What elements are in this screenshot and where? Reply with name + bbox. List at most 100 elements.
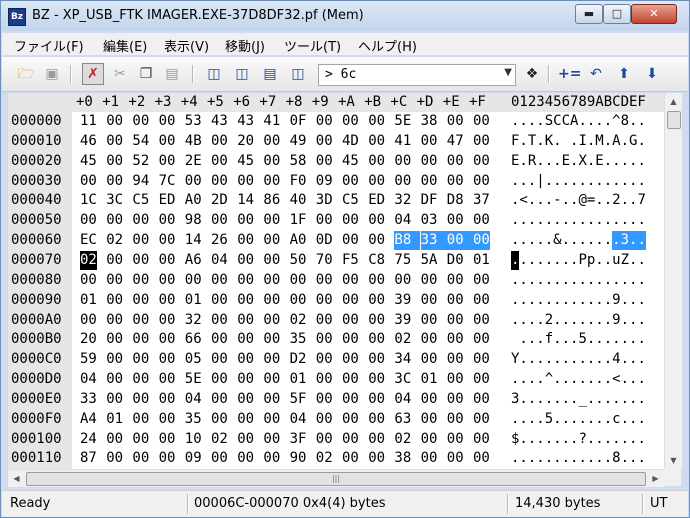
ascii-char[interactable]: . bbox=[595, 410, 603, 429]
hex-byte[interactable]: 00 bbox=[368, 211, 385, 230]
hex-byte[interactable]: 04 bbox=[80, 370, 97, 389]
hex-byte[interactable]: 00 bbox=[159, 350, 176, 369]
ascii-char[interactable]: 4 bbox=[612, 350, 620, 369]
ascii-char[interactable]: . bbox=[587, 330, 595, 349]
hex-byte[interactable]: 00 bbox=[263, 311, 280, 330]
hex-byte[interactable]: 63 bbox=[394, 410, 411, 429]
ascii-char[interactable]: . bbox=[587, 350, 595, 369]
ascii-char[interactable]: . bbox=[553, 410, 561, 429]
ascii-char[interactable]: . bbox=[637, 211, 645, 230]
hex-byte[interactable]: 00 bbox=[342, 449, 359, 468]
ascii-char[interactable]: . bbox=[604, 271, 612, 290]
ascii-char[interactable]: . bbox=[629, 112, 637, 131]
hex-byte[interactable]: 00 bbox=[106, 370, 123, 389]
ascii-char[interactable]: . bbox=[553, 370, 561, 389]
ascii-char[interactable]: . bbox=[604, 251, 612, 270]
hex-byte[interactable]: 00 bbox=[159, 112, 176, 131]
ascii-char[interactable]: . bbox=[621, 211, 629, 230]
hex-byte[interactable]: 00 bbox=[211, 271, 228, 290]
hex-byte[interactable]: 00 bbox=[473, 330, 490, 349]
ascii-char[interactable]: . bbox=[595, 231, 603, 250]
ascii-char[interactable]: . bbox=[578, 112, 586, 131]
ascii-char[interactable]: . bbox=[553, 390, 561, 409]
ascii-char[interactable]: . bbox=[621, 410, 629, 429]
ascii-char[interactable]: . bbox=[621, 132, 629, 151]
ascii-char[interactable]: . bbox=[637, 291, 645, 310]
ascii-char[interactable]: . bbox=[595, 449, 603, 468]
hex-byte[interactable]: 34 bbox=[394, 350, 411, 369]
ascii-char[interactable]: . bbox=[570, 271, 578, 290]
menu-tools[interactable]: ツール(T) bbox=[284, 36, 341, 55]
hex-byte[interactable]: D0 bbox=[447, 251, 464, 270]
ascii-char[interactable]: . bbox=[570, 350, 578, 369]
ascii-char[interactable]: . bbox=[629, 350, 637, 369]
ascii-char[interactable]: . bbox=[595, 251, 603, 270]
hex-byte[interactable]: 00 bbox=[447, 330, 464, 349]
hex-byte[interactable]: 00 bbox=[368, 311, 385, 330]
ascii-char[interactable]: . bbox=[604, 152, 612, 171]
hex-byte[interactable]: 00 bbox=[446, 231, 473, 251]
hex-byte[interactable]: 00 bbox=[159, 152, 176, 171]
ascii-char[interactable]: . bbox=[578, 211, 586, 230]
hex-byte[interactable]: F5 bbox=[342, 251, 359, 270]
ascii-char[interactable]: . bbox=[528, 410, 536, 429]
hex-byte[interactable]: 00 bbox=[159, 410, 176, 429]
hex-byte[interactable]: 43 bbox=[211, 112, 228, 131]
hex-byte[interactable]: 24 bbox=[80, 430, 97, 449]
hex-byte[interactable]: 00 bbox=[421, 271, 438, 290]
hex-byte[interactable]: 00 bbox=[368, 112, 385, 131]
ascii-char[interactable]: . bbox=[511, 231, 519, 250]
ascii-char[interactable]: . bbox=[612, 430, 620, 449]
ascii-char[interactable]: . bbox=[528, 251, 536, 270]
ascii-char[interactable]: C bbox=[562, 112, 570, 131]
copy-icon[interactable]: ❐ bbox=[136, 64, 156, 84]
ascii-char[interactable]: . bbox=[595, 191, 603, 210]
ascii-char[interactable]: . bbox=[536, 449, 544, 468]
ascii-char[interactable]: M bbox=[595, 132, 603, 151]
hex-byte[interactable]: 00 bbox=[368, 291, 385, 310]
hex-byte[interactable]: 00 bbox=[237, 172, 254, 191]
hex-byte[interactable]: 05 bbox=[185, 350, 202, 369]
ascii-char[interactable]: . bbox=[528, 231, 536, 250]
ascii-char[interactable]: . bbox=[562, 251, 570, 270]
ascii-char[interactable]: X bbox=[578, 152, 586, 171]
hex-byte[interactable]: 90 bbox=[290, 449, 307, 468]
hex-byte[interactable]: 01 bbox=[421, 370, 438, 389]
ascii-char[interactable]: . bbox=[519, 390, 527, 409]
ascii-char[interactable]: ^ bbox=[545, 370, 553, 389]
hex-byte[interactable]: 00 bbox=[316, 112, 333, 131]
hex-byte[interactable]: 00 bbox=[211, 172, 228, 191]
hex-byte[interactable]: 00 bbox=[159, 311, 176, 330]
ascii-char[interactable]: . bbox=[528, 430, 536, 449]
ascii-char[interactable]: . bbox=[621, 291, 629, 310]
hex-byte[interactable]: 14 bbox=[185, 231, 202, 250]
ascii-char[interactable]: . bbox=[511, 172, 519, 191]
hex-byte[interactable]: 47 bbox=[447, 132, 464, 151]
hex-byte[interactable]: 00 bbox=[106, 311, 123, 330]
hex-byte[interactable]: 86 bbox=[263, 191, 280, 210]
ascii-char[interactable]: . bbox=[528, 350, 536, 369]
hex-byte[interactable]: 00 bbox=[159, 271, 176, 290]
ascii-char[interactable]: . bbox=[545, 251, 553, 270]
ascii-char[interactable]: . bbox=[570, 231, 578, 250]
ascii-char[interactable]: . bbox=[629, 390, 637, 409]
hex-byte[interactable]: 00 bbox=[263, 172, 280, 191]
hex-byte[interactable]: 00 bbox=[290, 271, 307, 290]
hex-byte[interactable]: 00 bbox=[263, 449, 280, 468]
hex-byte[interactable]: A0 bbox=[185, 191, 202, 210]
hex-byte[interactable]: 00 bbox=[159, 370, 176, 389]
ascii-char[interactable]: . bbox=[528, 311, 536, 330]
hex-byte[interactable]: 00 bbox=[394, 271, 411, 290]
ascii-char[interactable]: . bbox=[519, 449, 527, 468]
hex-byte[interactable]: 00 bbox=[106, 271, 123, 290]
ascii-char[interactable]: . bbox=[629, 211, 637, 230]
hex-byte[interactable]: 5F bbox=[290, 390, 307, 409]
hex-byte[interactable]: 00 bbox=[132, 330, 149, 349]
ascii-char[interactable]: . bbox=[536, 152, 544, 171]
hex-byte[interactable]: 00 bbox=[211, 311, 228, 330]
ascii-char[interactable]: . bbox=[570, 132, 578, 151]
ascii-char[interactable]: 8 bbox=[621, 112, 629, 131]
ascii-char[interactable]: . bbox=[637, 231, 646, 251]
hex-byte[interactable]: 00 bbox=[237, 291, 254, 310]
ascii-char[interactable]: . bbox=[604, 390, 612, 409]
